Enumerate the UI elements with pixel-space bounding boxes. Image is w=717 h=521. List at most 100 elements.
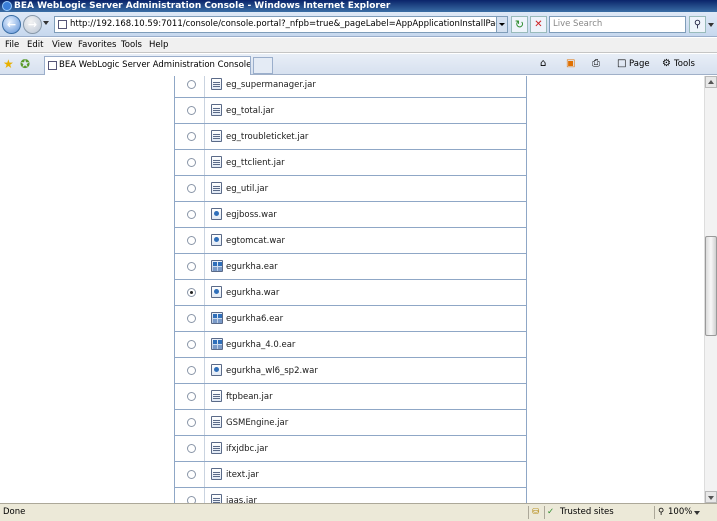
war-file-icon — [211, 364, 222, 376]
application-name: GSMEngine.jar — [226, 418, 289, 428]
application-name: egurkha.ear — [226, 262, 278, 272]
tab-bar: ★ ✪ BEA WebLogic Server Administration C… — [0, 54, 717, 75]
select-radio[interactable] — [187, 366, 196, 375]
select-radio[interactable] — [187, 262, 196, 271]
add-favorites-icon[interactable]: ✪ — [20, 57, 30, 71]
select-radio[interactable] — [187, 444, 196, 453]
print-icon[interactable]: ⎙ — [592, 58, 600, 70]
jar-file-icon — [211, 416, 222, 428]
address-url[interactable]: http://192.168.10.59:7011/console/consol… — [70, 19, 507, 29]
page-icon: □ — [617, 58, 627, 69]
table-row: ftpbean.jar — [175, 384, 526, 410]
favorites-center-icon[interactable]: ★ — [3, 57, 14, 71]
menu-view[interactable]: View — [52, 38, 72, 53]
scroll-down-button[interactable] — [705, 491, 717, 503]
select-radio[interactable] — [187, 288, 196, 297]
table-row: egurkha_4.0.ear — [175, 332, 526, 358]
radio-cell — [175, 306, 205, 331]
search-input[interactable]: Live Search — [549, 16, 686, 33]
select-radio[interactable] — [187, 496, 196, 503]
new-tab-button[interactable] — [253, 57, 273, 74]
select-radio[interactable] — [187, 314, 196, 323]
vertical-scrollbar[interactable] — [704, 76, 717, 503]
radio-cell — [175, 358, 205, 383]
page-menu[interactable]: Page — [629, 57, 650, 72]
window-title-bar: BEA WebLogic Server Administration Conso… — [0, 0, 717, 12]
tools-menu[interactable]: Tools — [674, 57, 695, 72]
table-row: egurkha.war — [175, 280, 526, 306]
jar-file-icon — [211, 104, 222, 116]
application-name: eg_total.jar — [226, 106, 275, 116]
application-name: eg_util.jar — [226, 184, 269, 194]
select-radio[interactable] — [187, 418, 196, 427]
select-radio[interactable] — [187, 80, 196, 89]
radio-cell — [175, 254, 205, 279]
security-zone[interactable]: Trusted sites — [560, 504, 614, 521]
table-row: eg_troubleticket.jar — [175, 124, 526, 150]
select-radio[interactable] — [187, 392, 196, 401]
jar-file-icon — [211, 442, 222, 454]
select-radio[interactable] — [187, 106, 196, 115]
stop-button[interactable]: ✕ — [530, 16, 547, 33]
jar-file-icon — [211, 390, 222, 402]
menu-favorites[interactable]: Favorites — [78, 38, 116, 53]
select-radio[interactable] — [187, 470, 196, 479]
table-row: egurkha_wl6_sp2.war — [175, 358, 526, 384]
ear-file-icon — [211, 338, 223, 350]
lock-icon: ⛁ — [532, 507, 540, 517]
table-row: jaas.jar — [175, 488, 526, 503]
jar-file-icon — [211, 182, 222, 194]
scroll-thumb[interactable] — [705, 236, 717, 336]
menu-help[interactable]: Help — [149, 38, 168, 53]
select-radio[interactable] — [187, 236, 196, 245]
back-button[interactable]: ← — [2, 15, 21, 34]
menu-tools[interactable]: Tools — [121, 38, 142, 53]
application-name: egurkha_4.0.ear — [226, 340, 296, 350]
application-name: eg_supermanager.jar — [226, 80, 316, 90]
address-bar[interactable]: http://192.168.10.59:7011/console/consol… — [54, 16, 508, 33]
jar-file-icon — [211, 468, 222, 480]
forward-button[interactable]: → — [23, 15, 42, 34]
application-name: egjboss.war — [226, 210, 277, 220]
home-icon[interactable]: ⌂ — [540, 58, 546, 70]
select-radio[interactable] — [187, 210, 196, 219]
address-dropdown-button[interactable] — [496, 17, 507, 32]
search-options-dropdown[interactable] — [708, 23, 714, 27]
ie-logo-icon — [2, 1, 12, 11]
application-name: egurkha_wl6_sp2.war — [226, 366, 318, 376]
radio-cell — [175, 436, 205, 461]
gear-icon: ⚙ — [662, 58, 671, 69]
tab-weblogic-console[interactable]: BEA WebLogic Server Administration Conso… — [44, 56, 251, 75]
select-radio[interactable] — [187, 158, 196, 167]
tab-label: BEA WebLogic Server Administration Conso… — [59, 60, 251, 70]
status-separator — [528, 506, 529, 519]
radio-cell — [175, 410, 205, 435]
recent-pages-dropdown[interactable] — [43, 21, 49, 25]
radio-cell — [175, 384, 205, 409]
ear-file-icon — [211, 260, 223, 272]
radio-cell — [175, 98, 205, 123]
jar-file-icon — [211, 78, 222, 90]
feeds-icon[interactable]: ▣ — [566, 58, 575, 70]
refresh-button[interactable]: ↻ — [511, 16, 528, 33]
table-row: egurkha6.ear — [175, 306, 526, 332]
zoom-dropdown[interactable] — [694, 511, 700, 515]
jar-file-icon — [211, 130, 222, 142]
radio-cell — [175, 202, 205, 227]
menu-edit[interactable]: Edit — [27, 38, 43, 53]
radio-cell — [175, 462, 205, 487]
select-radio[interactable] — [187, 340, 196, 349]
select-radio[interactable] — [187, 184, 196, 193]
scroll-up-button[interactable] — [705, 76, 717, 88]
zoom-level[interactable]: 100% — [668, 504, 692, 521]
radio-cell — [175, 176, 205, 201]
application-name: jaas.jar — [226, 496, 257, 503]
select-radio[interactable] — [187, 132, 196, 141]
table-row: eg_supermanager.jar — [175, 76, 526, 98]
application-name: egurkha.war — [226, 288, 280, 298]
table-row: egjboss.war — [175, 202, 526, 228]
status-separator — [654, 506, 655, 519]
radio-cell — [175, 150, 205, 175]
search-button[interactable]: ⚲ — [689, 16, 706, 33]
menu-file[interactable]: File — [5, 38, 19, 53]
